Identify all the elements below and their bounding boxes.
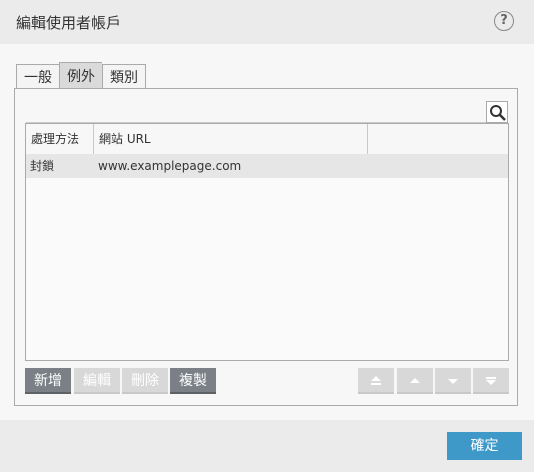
search-icon [490,105,506,121]
move-bottom-icon [486,377,496,385]
cell-url: www.examplepage.com [98,159,242,173]
table-header: 處理方法 網站 URL [26,124,508,155]
tab-exceptions[interactable]: 例外 [59,62,102,90]
move-down-button[interactable] [435,368,471,394]
tab-bar: 一般 例外 類別 [16,62,146,90]
dialog-title: 編輯使用者帳戶 [16,14,122,32]
help-icon[interactable]: ? [494,11,514,31]
tab-general[interactable]: 一般 [16,64,59,90]
move-down-icon [448,379,458,384]
column-header-action[interactable]: 處理方法 [26,124,94,154]
ok-button[interactable]: 確定 [447,432,522,460]
edit-button[interactable]: 編輯 [74,368,120,394]
move-top-icon [371,376,381,385]
cell-action: 封鎖 [30,159,55,173]
delete-button[interactable]: 刪除 [122,368,168,394]
move-top-button[interactable] [358,368,394,394]
move-bottom-button[interactable] [473,368,509,394]
table-row[interactable]: 封鎖 www.examplepage.com [26,154,508,178]
move-up-icon [410,378,420,383]
copy-button[interactable]: 複製 [170,368,216,394]
search-button[interactable] [486,101,508,123]
move-up-button[interactable] [397,368,433,394]
tab-categories[interactable]: 類別 [102,64,146,90]
column-header-url[interactable]: 網站 URL [94,124,368,154]
title-bar: 編輯使用者帳戶 ? [0,0,534,44]
column-header-blank[interactable] [368,124,508,154]
add-button[interactable]: 新增 [25,368,71,394]
exceptions-table: 處理方法 網站 URL 封鎖 www.examplepage.com [25,123,509,361]
